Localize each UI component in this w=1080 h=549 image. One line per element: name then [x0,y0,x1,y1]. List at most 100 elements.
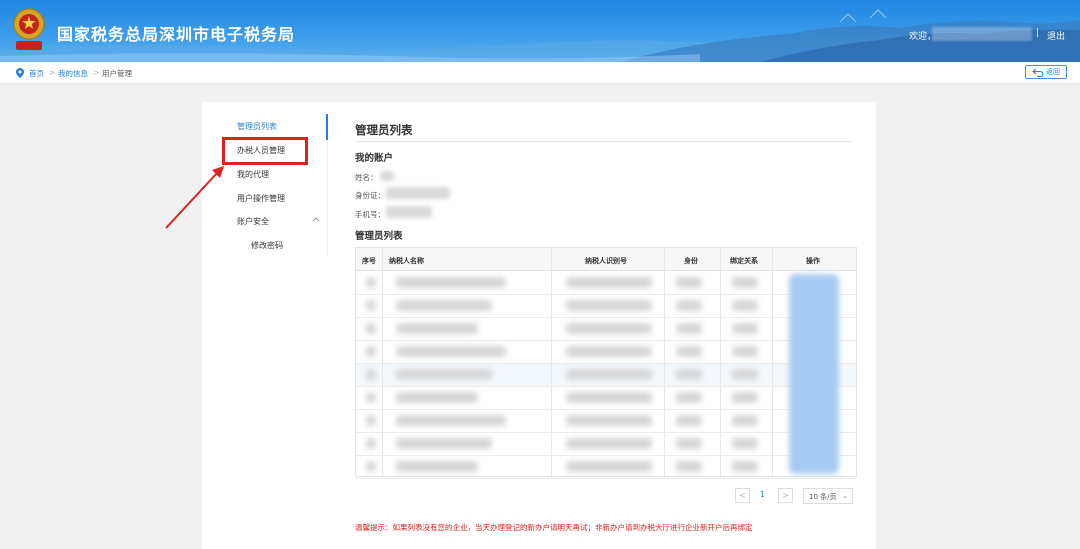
redacted-cell [566,415,652,426]
redacted-cell [676,300,702,311]
id-card-label: 身份证： [355,191,385,200]
breadcrumb-arrow: > [93,68,100,77]
account-section-title: 我的账户 [355,153,394,164]
tax-emblem-icon [13,8,45,50]
sidebar-item-account-security[interactable]: 账户安全 [237,216,269,227]
redacted-cell [566,346,652,357]
table-row-divider [356,317,856,318]
chevron-up-icon[interactable] [312,216,320,222]
redacted-id-card [386,187,450,199]
redacted-cell [566,461,652,472]
table-row-divider [356,386,856,387]
table-row-divider [356,363,856,364]
back-label: 返回 [1046,68,1060,76]
redacted-cell [366,438,376,449]
page-title: 管理员列表 [355,123,413,137]
logout-link[interactable]: 退出 [1047,29,1065,42]
redacted-username [932,27,1032,41]
redacted-cell [676,346,702,357]
breadcrumb-my-info[interactable]: 我的信息 [58,68,88,79]
redacted-cell [396,323,478,334]
red-arrow-icon [165,166,224,229]
phone-label: 手机号： [355,210,385,219]
col-divider [664,248,665,476]
next-page-button[interactable]: > [778,488,793,503]
redacted-cell [566,392,652,403]
sidebar-item-user-operations[interactable]: 用户操作管理 [237,193,285,204]
sidebar-item-change-password[interactable]: 修改密码 [251,240,283,251]
redacted-cell [396,392,478,403]
back-button[interactable]: 返回 [1025,65,1067,79]
table-row-divider [356,340,856,341]
redacted-cell [676,323,702,334]
redacted-actions[interactable] [789,274,839,474]
table-header: 序号 纳税人名称 纳税人识别号 身份 绑定关系 操作 [356,248,856,271]
redacted-cell [676,392,702,403]
title-divider [355,141,853,142]
col-binding: 绑定关系 [730,257,758,265]
name-label: 姓名： [355,173,378,182]
breadcrumb: 首页 > 我的信息 > 用户管理 [0,62,1080,84]
col-identity: 身份 [684,257,698,265]
col-divider [551,248,552,476]
redacted-cell [366,415,376,426]
tip-text: 温馨提示：如果列表没有您的企业，当天办理登记的新办户请明天再试；非新办户请到办税… [355,523,753,532]
col-index: 序号 [362,257,376,265]
site-title: 国家税务总局深圳市电子税务局 [57,25,296,44]
redacted-cell [396,369,492,380]
redacted-cell [396,346,506,357]
admin-table: 序号 纳税人名称 纳税人识别号 身份 绑定关系 操作 [355,247,857,479]
redacted-cell [566,277,652,288]
col-divider [720,248,721,476]
table-row-divider [356,294,856,295]
redacted-cell [732,300,758,311]
sidebar-divider [327,140,328,255]
redacted-cell [732,415,758,426]
chevron-down-icon: ⌄ [842,492,848,500]
redacted-cell [732,346,758,357]
redacted-cell [396,277,506,288]
redacted-cell [366,277,376,288]
redacted-cell [396,438,492,449]
redacted-cell [566,369,652,380]
redacted-cell [732,438,758,449]
redacted-cell [732,461,758,472]
list-section-title: 管理员列表 [355,231,403,242]
redacted-cell [732,323,758,334]
redacted-cell [676,438,702,449]
redacted-cell [396,415,506,426]
redacted-cell [732,392,758,403]
col-actions: 操作 [806,257,820,265]
redacted-cell [676,461,702,472]
col-divider [382,248,383,476]
return-arrow-icon [1032,68,1044,77]
page-number[interactable]: 1 [760,490,765,499]
redacted-cell [676,369,702,380]
sidebar-item-my-agency[interactable]: 我的代理 [237,169,269,180]
redacted-cell [732,369,758,380]
table-row-divider [356,409,856,410]
redacted-cell [566,300,652,311]
redacted-cell [366,323,376,334]
prev-page-button[interactable]: < [735,488,750,503]
sidebar-active-indicator [326,114,328,140]
page-size-select[interactable]: 10 条/页 ⌄ [803,488,853,504]
table-row-divider [356,455,856,456]
breadcrumb-home[interactable]: 首页 [29,68,44,79]
location-pin-icon [16,68,24,78]
redacted-phone [386,206,432,218]
header-separator: | [1036,28,1040,38]
col-taxpayer-name: 纳税人名称 [389,257,424,265]
redacted-cell [566,438,652,449]
redacted-cell [566,323,652,334]
redacted-cell [366,392,376,403]
site-header: 国家税务总局深圳市电子税务局 欢迎， | 退出 [0,0,1080,62]
redacted-cell [396,300,492,311]
col-taxpayer-id: 纳税人识别号 [585,257,627,265]
page-size-value: 10 条/页 [809,493,837,501]
redacted-cell [366,461,376,472]
redacted-cell [366,300,376,311]
redacted-cell [366,346,376,357]
redacted-cell [676,415,702,426]
sidebar-item-admin-list[interactable]: 管理员列表 [237,121,277,132]
